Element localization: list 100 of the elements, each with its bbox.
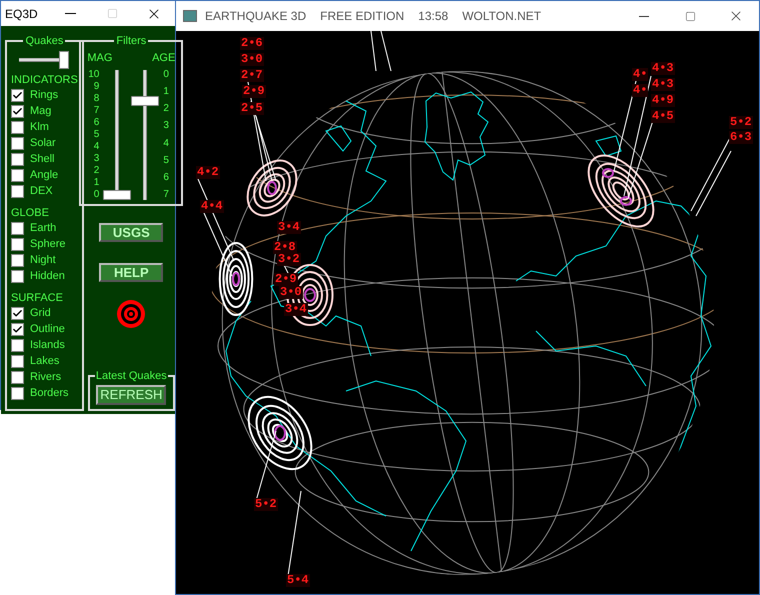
scale-number: 8	[94, 94, 100, 104]
magnitude-label: 5•2	[729, 116, 753, 129]
scale-number: 3	[94, 154, 100, 164]
scale-number: 5	[163, 156, 169, 166]
slider-thumb[interactable]	[59, 50, 69, 68]
scale-number: 10	[88, 70, 100, 80]
magnitude-label: 3•4	[284, 303, 308, 316]
magnitude-label: 4•9	[651, 94, 675, 107]
scale-number: 5	[94, 130, 100, 140]
panel-button[interactable]: USGS	[99, 223, 164, 242]
magnitude-label: 3•4	[277, 221, 301, 234]
window-title: EQ3D	[5, 6, 39, 22]
slider-thumb[interactable]	[131, 96, 160, 106]
checkbox[interactable]	[11, 339, 24, 352]
scale-number: 1	[163, 87, 169, 98]
magnitude-label: 5•2	[254, 498, 278, 511]
magnitude-label: 2•9	[274, 273, 298, 286]
magnitude-label: 4•	[632, 68, 648, 81]
magnitude-label: 5•4	[286, 574, 310, 587]
app-icon	[183, 10, 197, 22]
checkbox-label: Klm	[30, 120, 49, 136]
checkbox[interactable]	[11, 89, 24, 102]
checkbox[interactable]	[11, 105, 24, 118]
magnitude-label: 4•2	[196, 166, 220, 179]
checkbox-label: Outline	[30, 322, 65, 338]
magnitude-label: 4•5	[651, 110, 675, 123]
checkbox-label: Hidden	[30, 269, 65, 284]
window-title: EARTHQUAKE 3D	[205, 8, 306, 25]
checkbox-label: Lakes	[30, 354, 60, 370]
group-title: Filters	[115, 34, 148, 49]
maximize-icon	[106, 8, 118, 19]
scale-number: 3	[163, 121, 169, 132]
magnitude-label: 4•	[632, 84, 648, 97]
magnitude-label: 2•8	[273, 241, 297, 254]
checkbox[interactable]	[11, 169, 24, 182]
checkbox[interactable]	[11, 307, 24, 320]
checkbox[interactable]	[11, 355, 24, 368]
refresh-button[interactable]: REFRESH	[96, 384, 166, 404]
scale-number: 1	[94, 178, 100, 188]
checkbox[interactable]	[11, 222, 24, 235]
checkbox-label: Solar	[30, 136, 56, 152]
maximize-icon	[684, 10, 696, 22]
scale-number: 4	[94, 142, 100, 152]
magnitude-label: 4•3	[651, 78, 675, 91]
scale-number: 7	[163, 190, 169, 200]
scale-number: 2	[94, 166, 100, 176]
scale-number: 0	[94, 190, 100, 200]
checkbox-label: Islands	[30, 338, 65, 354]
checkbox-label: Grid	[30, 306, 51, 322]
minimize-icon	[64, 13, 76, 14]
slider-thumb[interactable]	[103, 190, 132, 200]
scale-heading: MAG	[87, 50, 112, 66]
checkbox-label: Shell	[30, 152, 54, 168]
window-title: FREE EDITION	[320, 8, 404, 25]
checkbox[interactable]	[11, 185, 24, 198]
magnitude-label: 2•7	[240, 69, 264, 82]
checkbox-label: Earth	[30, 221, 56, 236]
checkbox[interactable]	[11, 323, 24, 336]
section-heading: GLOBE	[11, 206, 50, 220]
magnitude-label: 2•5	[240, 102, 264, 115]
section-heading: SURFACE	[11, 290, 64, 306]
checkbox-label: Sphere	[30, 237, 66, 252]
magnitude-label: 4•4	[200, 200, 224, 213]
checkbox[interactable]	[11, 254, 24, 267]
scale-number: 4	[163, 138, 169, 149]
magnitude-label: 2•6	[240, 37, 264, 50]
checkbox-label: Rings	[30, 88, 58, 104]
panel-button[interactable]: HELP	[99, 263, 164, 282]
checkbox[interactable]	[11, 121, 24, 134]
checkbox[interactable]	[11, 153, 24, 166]
magnitude-label: 4•3	[651, 62, 675, 75]
checkbox[interactable]	[11, 238, 24, 251]
scale-heading: AGE	[152, 50, 176, 66]
magnitude-label: 3•0	[240, 53, 264, 66]
checkbox[interactable]	[11, 270, 24, 283]
checkbox[interactable]	[11, 371, 24, 384]
magnitude-label: 2•9	[242, 85, 266, 98]
scale-number: 0	[163, 70, 169, 80]
target-icon	[116, 299, 146, 329]
checkbox[interactable]	[11, 387, 24, 400]
magnitude-label: 6•3	[729, 131, 753, 144]
checkbox-label: Mag	[30, 104, 52, 120]
scale-number: 2	[163, 104, 169, 114]
window-title: 13:58	[418, 8, 448, 25]
scale-number: 7	[94, 106, 100, 116]
section-heading: INDICATORS	[11, 72, 78, 88]
magnitude-label: 3•2	[277, 253, 301, 266]
checkbox-label: Rivers	[30, 370, 62, 386]
checkbox-label: Night	[30, 253, 56, 268]
scale-number: 6	[163, 172, 169, 183]
window-title: WOLTON.NET	[462, 8, 542, 25]
scale-number: 9	[94, 82, 100, 92]
group-title: Latest Quakes	[94, 369, 168, 384]
scale-number: 6	[94, 118, 100, 128]
checkbox-label: DEX	[30, 184, 53, 200]
group-title: Quakes	[24, 34, 64, 49]
checkbox-label: Angle	[30, 168, 58, 184]
magnitude-label: 3•0	[279, 286, 303, 299]
checkbox-label: Borders	[30, 386, 69, 402]
checkbox[interactable]	[11, 137, 24, 150]
